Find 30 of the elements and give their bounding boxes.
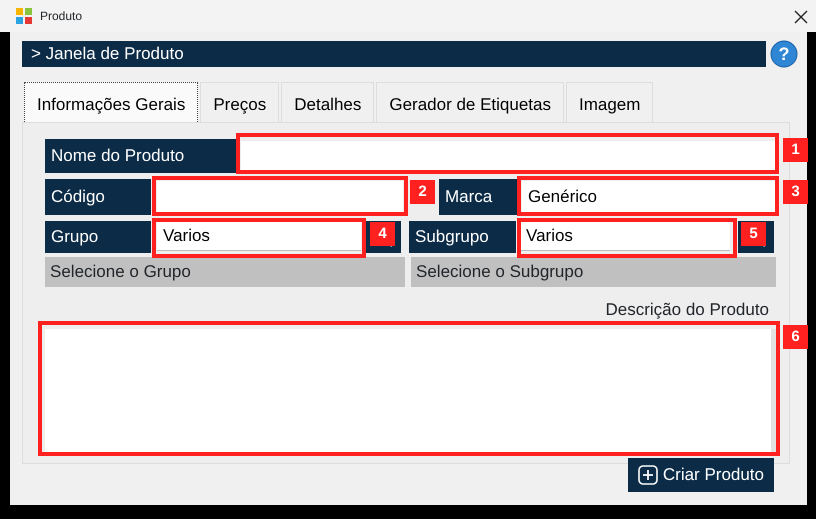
annotation-number: 2	[410, 180, 435, 204]
tab[interactable]: Informações Gerais	[24, 82, 198, 122]
annotation-number: 1	[783, 138, 808, 162]
field-label: Grupo	[45, 221, 151, 253]
input-field[interactable]: Varios	[157, 221, 361, 251]
app-icon	[16, 8, 32, 24]
annotation-number: 3	[783, 180, 808, 204]
input-field[interactable]: Varios	[520, 221, 730, 251]
field-label: Código	[45, 179, 151, 215]
description-label: Descrição do Produto	[604, 299, 769, 321]
tab[interactable]: Imagem	[566, 82, 654, 122]
tab[interactable]: Preços	[200, 82, 280, 122]
input-field[interactable]	[241, 141, 776, 171]
annotation-number: 5	[741, 222, 766, 246]
help-icon[interactable]: ?	[770, 40, 798, 68]
create-product-button[interactable]: Criar Produto	[628, 458, 774, 492]
annotation-number: 4	[370, 222, 395, 246]
input-field[interactable]: Genérico	[522, 181, 776, 213]
plus-icon[interactable]	[638, 465, 658, 485]
close-icon[interactable]	[794, 10, 808, 24]
field-label: Subgrupo	[409, 221, 516, 253]
field-label: Marca	[439, 179, 518, 215]
window-title: Produto	[40, 8, 82, 25]
tab[interactable]: Detalhes	[281, 82, 374, 122]
field-label: Nome do Produto	[45, 139, 237, 173]
hint-bar: Selecione o Subgrupo	[411, 257, 776, 287]
hint-bar: Selecione o Grupo	[45, 257, 405, 287]
window-header: > Janela de Produto	[22, 41, 766, 67]
tab[interactable]: Gerador de Etiquetas	[376, 82, 564, 122]
annotation-number: 6	[783, 325, 808, 349]
